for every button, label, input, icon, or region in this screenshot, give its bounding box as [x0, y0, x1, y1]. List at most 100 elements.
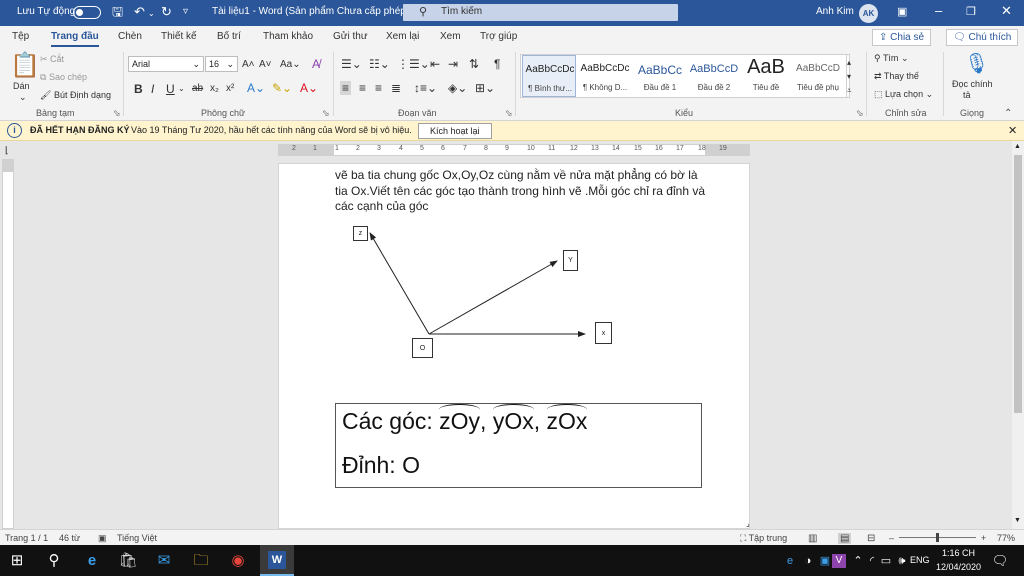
style-title[interactable]: AaB Tiêu đề	[739, 55, 793, 97]
proofing-icon[interactable]: ▣	[98, 533, 107, 544]
font-name-combo[interactable]: Arial ⌄	[128, 56, 204, 72]
ribbon-display-options-icon[interactable]: ▣	[897, 5, 907, 18]
avatar[interactable]: AK	[859, 4, 878, 23]
tab-help[interactable]: Trợ giúp	[480, 31, 517, 42]
zoom-level[interactable]: 77%	[997, 533, 1015, 543]
styles-scroll-down-icon[interactable]: ▾	[847, 70, 851, 84]
collapse-ribbon-icon[interactable]: ⌃	[1004, 108, 1012, 119]
underline-icon[interactable]: U	[166, 82, 175, 96]
borders-icon[interactable]: ⊞⌄	[475, 81, 495, 95]
tab-layout[interactable]: Bố trí	[217, 31, 241, 42]
answer-box[interactable]: Các góc: zOy, yOx, zOx Đỉnh: O	[335, 403, 702, 488]
focus-button[interactable]: ⛶ Tập trung	[740, 533, 787, 544]
microphone-icon[interactable]: 🎙	[964, 53, 989, 75]
styles-more-icon[interactable]: ⩡	[847, 84, 852, 98]
label-z[interactable]: z	[353, 226, 368, 241]
clear-formatting-icon[interactable]: A̸	[312, 57, 320, 71]
user-name[interactable]: Anh Kim	[816, 6, 854, 17]
customize-quick-access-icon[interactable]: ▿	[183, 5, 188, 19]
scrollbar-thumb[interactable]	[1014, 155, 1022, 413]
grow-font-icon[interactable]: A˄	[242, 58, 255, 72]
volume-icon[interactable]: 🕪	[892, 551, 912, 571]
change-case-icon[interactable]: Aa⌄	[280, 58, 301, 72]
paste-dropdown-icon[interactable]: ⌄	[19, 92, 27, 103]
style-heading-2[interactable]: AaBbCcD Đầu đề 2	[687, 55, 741, 97]
autosave-toggle[interactable]	[73, 6, 101, 19]
chrome-icon[interactable]: ◉	[228, 551, 248, 571]
zoom-out-icon[interactable]: –	[889, 533, 894, 543]
select-button[interactable]: ⬚ Lựa chọn ⌄	[874, 89, 933, 100]
undo-dropdown-icon[interactable]: ⌄	[148, 7, 155, 21]
underline-dropdown-icon[interactable]: ⌄	[178, 82, 185, 96]
label-o[interactable]: O	[412, 338, 433, 358]
paste-label[interactable]: Dán	[13, 81, 30, 91]
close-icon[interactable]: ✕	[1001, 3, 1012, 19]
share-button[interactable]: ⇪ Chia sẻ	[872, 29, 932, 46]
sort-icon[interactable]: ⇅	[469, 57, 479, 71]
format-painter-button[interactable]: 🖌 Bút Định dạng	[40, 90, 111, 101]
tab-view[interactable]: Xem	[440, 31, 461, 42]
styles-launcher-icon[interactable]: ⬂	[856, 108, 864, 119]
style-normal[interactable]: AaBbCcDc ¶ Bình thư...	[522, 55, 576, 97]
tab-design[interactable]: Thiết kế	[161, 31, 197, 42]
reactivate-button[interactable]: Kích hoạt lại	[418, 123, 492, 139]
zoom-slider[interactable]	[899, 533, 976, 542]
notifications-icon[interactable]: 🗨	[990, 551, 1010, 571]
edge-icon[interactable]: e	[82, 551, 102, 571]
tab-insert[interactable]: Chèn	[118, 31, 142, 42]
style-no-spacing[interactable]: AaBbCcDc ¶ Không D...	[578, 55, 632, 97]
clock-time[interactable]: 1:16 CH	[942, 548, 975, 558]
word-taskbar-button[interactable]: W	[260, 545, 294, 576]
find-button[interactable]: ⚲ Tìm ⌄	[874, 53, 908, 64]
tab-home[interactable]: Trang đầu	[51, 31, 99, 47]
shrink-font-icon[interactable]: A˅	[259, 58, 272, 72]
store-icon[interactable]: 🛍	[118, 551, 138, 571]
tab-references[interactable]: Tham khảo	[263, 31, 313, 42]
page-count[interactable]: Trang 1 / 1	[5, 533, 48, 543]
document-page[interactable]: vẽ ba tia chung gốc Ox,Oy,Oz cùng nằm về…	[278, 163, 750, 529]
read-mode-icon[interactable]: ▥	[808, 533, 817, 544]
windows-start-icon[interactable]: ⊞	[7, 551, 27, 571]
search-icon[interactable]: ⚲	[44, 551, 64, 571]
label-y[interactable]: Y	[563, 250, 578, 271]
clipboard-launcher-icon[interactable]: ⬂	[113, 108, 121, 119]
clock-date[interactable]: 12/04/2020	[936, 562, 981, 572]
strikethrough-icon[interactable]: ab	[192, 82, 203, 96]
multilevel-list-icon[interactable]: ⋮☰⌄	[397, 57, 430, 71]
bullets-icon[interactable]: ☰⌄	[341, 57, 362, 71]
font-launcher-icon[interactable]: ⬂	[322, 108, 330, 119]
subscript-icon[interactable]: x₂	[210, 82, 219, 96]
font-color-icon[interactable]: A⌄	[300, 81, 318, 95]
undo-icon[interactable]: ↶	[134, 5, 145, 19]
zoom-in-icon[interactable]: +	[981, 533, 986, 543]
comments-button[interactable]: 🗨 Chú thích	[946, 29, 1019, 46]
tab-review[interactable]: Xem lại	[386, 31, 419, 42]
bold-icon[interactable]: B	[134, 82, 143, 96]
highlight-icon[interactable]: ✎⌄	[272, 81, 292, 95]
increase-indent-icon[interactable]: ⇥	[448, 57, 458, 71]
file-explorer-icon[interactable]: 🗀	[191, 551, 211, 571]
scroll-up-icon[interactable]: ▲	[1014, 143, 1021, 150]
show-formatting-marks-icon[interactable]: ¶	[494, 57, 500, 71]
zoom-slider-thumb[interactable]	[936, 533, 939, 542]
language[interactable]: Tiếng Việt	[117, 533, 157, 543]
save-icon[interactable]: 🖫	[112, 5, 123, 19]
shading-icon[interactable]: ◈⌄	[448, 81, 467, 95]
align-right-icon[interactable]: ≡	[375, 81, 382, 95]
input-language[interactable]: ENG	[910, 555, 930, 565]
tray-app-icon[interactable]: V	[832, 554, 846, 568]
copy-button[interactable]: ⧉ Sao chép	[40, 72, 87, 83]
search-box[interactable]: ⚲ Tìm kiếm	[403, 4, 678, 21]
print-layout-icon[interactable]: ▤	[838, 533, 852, 544]
horizontal-ruler[interactable]: 2 1 1 2 3 4 5 6 7 8 9 10 11 12 13 14 15 16 17 18 19	[278, 144, 750, 156]
italic-icon[interactable]: I	[151, 82, 154, 96]
align-left-icon[interactable]: ≡	[340, 81, 352, 95]
web-layout-icon[interactable]: ⊟	[867, 533, 875, 544]
align-center-icon[interactable]: ≡	[359, 81, 366, 95]
cut-button[interactable]: ✂ Cắt	[40, 54, 64, 65]
restore-icon[interactable]: ❐	[966, 5, 976, 18]
numbering-icon[interactable]: ☷⌄	[369, 57, 390, 71]
replace-button[interactable]: ⇄ Thay thế	[874, 71, 919, 82]
font-size-combo[interactable]: 16 ⌄	[205, 56, 238, 72]
scroll-down-icon[interactable]: ▼	[1014, 517, 1021, 524]
